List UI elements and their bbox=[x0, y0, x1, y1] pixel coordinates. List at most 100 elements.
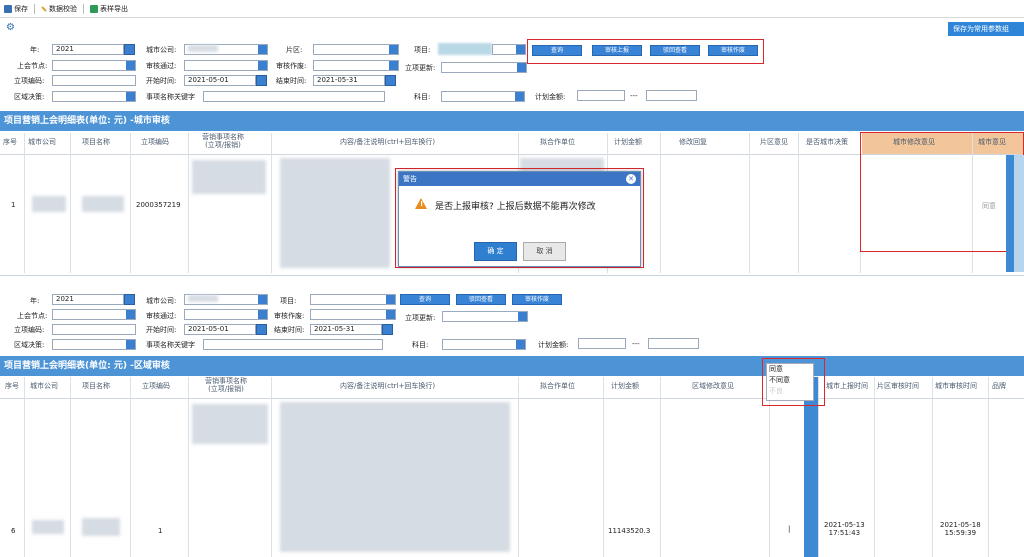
audit-void-select[interactable] bbox=[313, 60, 399, 71]
section-title-city: 项目营销上会明细表(单位: 元) -城市审核 bbox=[0, 111, 1024, 131]
export-label: 表样导出 bbox=[100, 4, 128, 13]
start-date-input[interactable]: 2021-05-01 bbox=[184, 75, 256, 86]
menu-item-bad[interactable]: 不良 bbox=[769, 386, 813, 397]
plan-max-input[interactable] bbox=[648, 338, 699, 349]
year-input[interactable]: 2021 bbox=[52, 294, 124, 305]
city-opinion-cell: 同意 bbox=[982, 202, 996, 210]
col-header: 计划金额 bbox=[611, 382, 639, 390]
close-icon[interactable]: ✕ bbox=[626, 174, 636, 184]
plan-min-input[interactable] bbox=[578, 338, 626, 349]
audit-pass-select[interactable] bbox=[184, 60, 268, 71]
dialog-message: 是否上报审核? 上报后数据不能再次修改 bbox=[435, 202, 596, 212]
start-label: 开始时间: bbox=[146, 77, 177, 85]
calendar-icon[interactable] bbox=[124, 294, 135, 305]
area-label: 片区: bbox=[286, 46, 303, 54]
col-header: 内容/备注说明(ctrl+回车换行) bbox=[340, 138, 436, 146]
confirm-button[interactable]: 确 定 bbox=[474, 242, 517, 261]
export-icon bbox=[90, 4, 98, 13]
year-input[interactable]: 2021 bbox=[52, 44, 124, 55]
scrollbar[interactable] bbox=[1014, 155, 1024, 272]
update-select[interactable] bbox=[441, 62, 527, 73]
calendar-icon[interactable] bbox=[385, 75, 396, 86]
start-date-input[interactable]: 2021-05-01 bbox=[184, 324, 256, 335]
region-select[interactable] bbox=[52, 91, 136, 102]
region-select[interactable] bbox=[52, 339, 136, 350]
city-cell-redacted bbox=[32, 520, 64, 534]
opinion-dropdown-bar[interactable] bbox=[1006, 155, 1014, 272]
menu-item-disagree[interactable]: 不同意 bbox=[769, 375, 813, 386]
audit-pass-select[interactable] bbox=[184, 309, 268, 320]
reject-view-button[interactable]: 驳回查看 bbox=[456, 294, 506, 305]
audit-void-select[interactable] bbox=[310, 309, 396, 320]
col-header: 项目名称 bbox=[82, 382, 110, 390]
end-date-input[interactable]: 2021-05-31 bbox=[313, 75, 385, 86]
area-select[interactable] bbox=[313, 44, 399, 55]
audit-void-button[interactable]: 审核作废 bbox=[512, 294, 562, 305]
filter-settings-icon[interactable]: ⚙ bbox=[6, 22, 15, 33]
calendar-icon[interactable] bbox=[256, 324, 267, 335]
code-label: 立项编码: bbox=[14, 326, 45, 334]
plan-label: 计划金额: bbox=[538, 341, 569, 349]
project-select[interactable] bbox=[310, 294, 396, 305]
code-input[interactable] bbox=[52, 324, 136, 335]
keyword-label: 事项名称关键字 bbox=[146, 93, 195, 101]
city-cell-redacted bbox=[32, 196, 66, 212]
col-header: 城市上报时间 bbox=[826, 382, 868, 390]
chevron-down-icon bbox=[389, 61, 398, 70]
report-audit-button[interactable]: 审核上报 bbox=[592, 45, 642, 56]
chevron-down-icon bbox=[126, 92, 135, 101]
project-select[interactable] bbox=[492, 44, 526, 55]
menu-item-agree[interactable]: 同意 bbox=[769, 364, 813, 375]
city-select[interactable] bbox=[184, 294, 268, 305]
item-name-redacted bbox=[192, 160, 266, 194]
plan-label: 计划金额: bbox=[535, 93, 566, 101]
query-button[interactable]: 查询 bbox=[400, 294, 450, 305]
keyword-input[interactable] bbox=[203, 339, 383, 350]
query-button[interactable]: 查询 bbox=[532, 45, 582, 56]
keyword-input[interactable] bbox=[203, 91, 385, 102]
cancel-button[interactable]: 取 消 bbox=[523, 242, 566, 261]
save-label: 保存 bbox=[14, 4, 28, 13]
plan-max-input[interactable] bbox=[646, 90, 697, 101]
calendar-icon[interactable] bbox=[256, 75, 267, 86]
item-name-redacted bbox=[192, 404, 268, 444]
subject-label: 科目: bbox=[414, 93, 431, 101]
col-header: 立项编码 bbox=[141, 138, 169, 146]
reject-view-button[interactable]: 驳回查看 bbox=[650, 45, 700, 56]
export-tool[interactable]: 表样导出 bbox=[90, 4, 128, 14]
row-index: 1 bbox=[11, 201, 16, 209]
top-toolbar: 保存 数据校验 表样导出 bbox=[0, 0, 1024, 18]
update-select[interactable] bbox=[442, 311, 528, 322]
save-tool[interactable]: 保存 bbox=[4, 4, 28, 14]
end-label: 结束时间: bbox=[274, 326, 305, 334]
calendar-icon[interactable] bbox=[382, 324, 393, 335]
validate-tool[interactable]: 数据校验 bbox=[41, 4, 77, 14]
divider bbox=[34, 3, 35, 14]
node-select[interactable] bbox=[52, 309, 136, 320]
end-date-input[interactable]: 2021-05-31 bbox=[310, 324, 382, 335]
city-select[interactable] bbox=[184, 44, 268, 55]
end-label: 结束时间: bbox=[276, 77, 307, 85]
code-input[interactable] bbox=[52, 75, 136, 86]
range-dash: --- bbox=[630, 92, 638, 100]
chevron-down-icon bbox=[517, 63, 526, 72]
col-header: 拟合作单位 bbox=[540, 138, 575, 146]
update-label: 立项更新: bbox=[405, 314, 436, 322]
plan-min-input[interactable] bbox=[577, 90, 625, 101]
col-header: 是否城市决策 bbox=[806, 138, 848, 146]
dialog-titlebar: 警告 ✕ bbox=[399, 172, 640, 186]
region-label: 区域决策: bbox=[14, 341, 45, 349]
subject-select[interactable] bbox=[441, 91, 525, 102]
col-header: 城市公司 bbox=[30, 382, 58, 390]
project-label: 项目: bbox=[280, 297, 297, 305]
save-common-params-button[interactable]: 保存为常用参数组 bbox=[948, 22, 1024, 36]
calendar-icon[interactable] bbox=[124, 44, 135, 55]
region-label: 区域决策: bbox=[14, 93, 45, 101]
chevron-down-icon bbox=[516, 340, 525, 349]
warning-icon: ! bbox=[415, 198, 427, 209]
audit-void-button[interactable]: 审核作废 bbox=[708, 45, 758, 56]
node-select[interactable] bbox=[52, 60, 136, 71]
validate-label: 数据校验 bbox=[49, 4, 77, 13]
subject-select[interactable] bbox=[442, 339, 526, 350]
content-cell-redacted bbox=[280, 158, 390, 268]
